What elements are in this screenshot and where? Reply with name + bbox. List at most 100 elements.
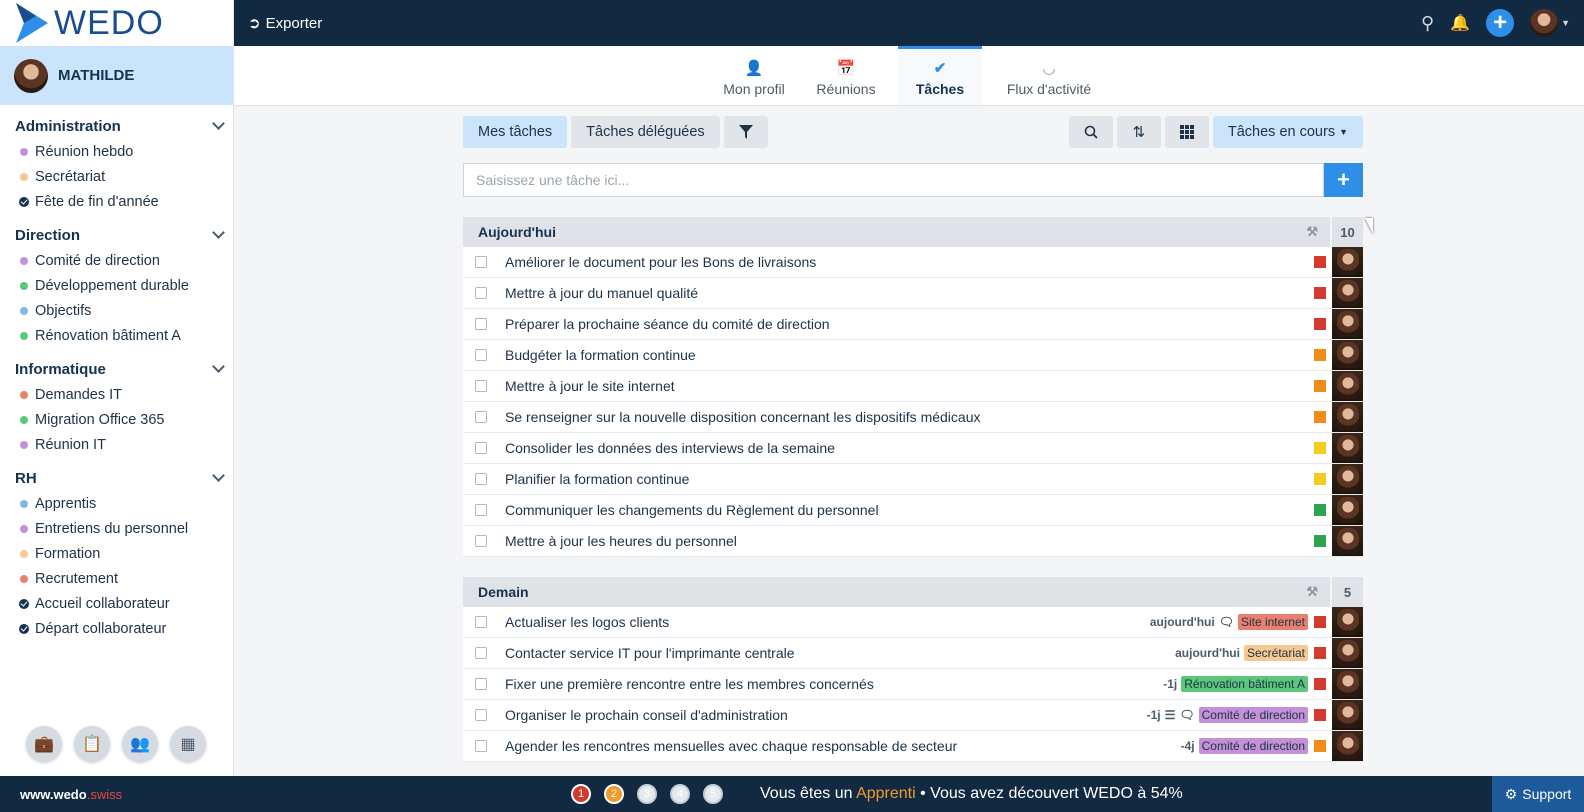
support-button[interactable]: ⚙ Support <box>1492 776 1584 812</box>
task-checkbox[interactable] <box>475 616 487 628</box>
user-menu[interactable]: ▼ <box>1530 9 1570 37</box>
task-label[interactable]: Organiser le prochain conseil d'administ… <box>505 707 788 723</box>
progress-step[interactable]: 1 <box>571 784 591 804</box>
sidebar-item[interactable]: Départ collaborateur <box>15 616 233 641</box>
current-user[interactable]: MATHILDE <box>0 46 233 105</box>
sidebar-item[interactable]: Entretiens du personnel <box>15 516 233 541</box>
task-row[interactable]: Fixer une première rencontre entre les m… <box>463 669 1363 700</box>
section-title[interactable]: Demain ⚒ <box>463 577 1330 607</box>
task-row[interactable]: Consolider les données des interviews de… <box>463 433 1363 464</box>
status-dropdown[interactable]: Tâches en cours ▼ <box>1212 116 1363 148</box>
add-icon[interactable]: + <box>1486 9 1515 37</box>
assignee-avatar[interactable] <box>1332 433 1363 463</box>
assignee-avatar[interactable] <box>1332 278 1363 308</box>
assignee-avatar[interactable] <box>1332 464 1363 494</box>
task-row[interactable]: Mettre à jour le site internet <box>463 371 1363 402</box>
priority-indicator[interactable] <box>1314 411 1326 423</box>
briefcase-icon[interactable]: 💼 <box>26 726 62 762</box>
progress-step[interactable]: 5 <box>703 784 723 804</box>
priority-indicator[interactable] <box>1314 740 1326 752</box>
sidebar-group-header[interactable]: RH <box>15 465 233 491</box>
priority-indicator[interactable] <box>1314 349 1326 361</box>
sidebar-group-header[interactable]: Informatique <box>15 356 233 382</box>
add-task-button[interactable]: + <box>1324 163 1363 197</box>
priority-indicator[interactable] <box>1314 709 1326 721</box>
sidebar-group-header[interactable]: Administration <box>15 113 233 139</box>
my-tasks-button[interactable]: Mes tâches <box>463 116 568 148</box>
assignee-avatar[interactable] <box>1332 607 1363 637</box>
priority-indicator[interactable] <box>1314 535 1326 547</box>
task-label[interactable]: Planifier la formation continue <box>505 471 689 487</box>
bell-icon[interactable]: 🔔 <box>1450 13 1470 33</box>
filter-icon[interactable] <box>723 116 768 148</box>
clipboard-icon[interactable]: 📋 <box>74 726 110 762</box>
task-checkbox[interactable] <box>475 349 487 361</box>
assignee-avatar[interactable] <box>1332 309 1363 339</box>
progress-step[interactable]: 3 <box>637 784 657 804</box>
sidebar-item[interactable]: Développement durable <box>15 273 233 298</box>
priority-indicator[interactable] <box>1314 442 1326 454</box>
sidebar-item[interactable]: Comité de direction <box>15 248 233 273</box>
assignee-avatar[interactable] <box>1332 731 1363 761</box>
task-row[interactable]: Se renseigner sur la nouvelle dispositio… <box>463 402 1363 433</box>
section-title[interactable]: Aujourd'hui ⚒ <box>463 217 1330 247</box>
chevron-down-icon[interactable] <box>212 469 225 482</box>
task-row[interactable]: Améliorer le document pour les Bons de l… <box>463 247 1363 278</box>
task-checkbox[interactable] <box>475 504 487 516</box>
workspace-tag[interactable]: Rénovation bâtiment A <box>1181 676 1308 692</box>
task-row[interactable]: Contacter service IT pour l'imprimante c… <box>463 638 1363 669</box>
sidebar-item[interactable]: Objectifs <box>15 298 233 323</box>
priority-indicator[interactable] <box>1314 256 1326 268</box>
grid-icon[interactable] <box>1164 116 1209 148</box>
task-label[interactable]: Agender les rencontres mensuelles avec c… <box>505 738 957 754</box>
priority-indicator[interactable] <box>1314 678 1326 690</box>
sidebar-item[interactable]: Réunion hebdo <box>15 139 233 164</box>
workspace-tag[interactable]: Site internet <box>1237 614 1308 630</box>
chevron-down-icon[interactable] <box>212 117 225 130</box>
sidebar-item[interactable]: Fête de fin d'année <box>15 189 233 214</box>
task-label[interactable]: Fixer une première rencontre entre les m… <box>505 676 874 692</box>
tab-r-unions[interactable]: 📅 Réunions <box>806 46 886 105</box>
task-checkbox[interactable] <box>475 535 487 547</box>
assignee-avatar[interactable] <box>1332 371 1363 401</box>
task-row[interactable]: Agender les rencontres mensuelles avec c… <box>463 731 1363 762</box>
priority-indicator[interactable] <box>1314 473 1326 485</box>
sidebar-item[interactable]: Accueil collaborateur <box>15 591 233 616</box>
task-checkbox[interactable] <box>475 678 487 690</box>
search-icon[interactable]: ⚲ <box>1421 13 1434 34</box>
task-row[interactable]: Organiser le prochain conseil d'administ… <box>463 700 1363 731</box>
priority-indicator[interactable] <box>1314 287 1326 299</box>
task-row[interactable]: Communiquer les changements du Règlement… <box>463 495 1363 526</box>
magic-wand-icon[interactable]: ⚒ <box>1306 224 1318 240</box>
assignee-avatar[interactable] <box>1332 247 1363 277</box>
sidebar-item[interactable]: Migration Office 365 <box>15 407 233 432</box>
site-link[interactable]: www.wedo.swiss <box>20 787 122 802</box>
task-checkbox[interactable] <box>475 709 487 721</box>
sidebar-item[interactable]: Demandes IT <box>15 382 233 407</box>
task-label[interactable]: Se renseigner sur la nouvelle dispositio… <box>505 409 980 425</box>
assignee-avatar[interactable] <box>1332 669 1363 699</box>
workspace-tag[interactable]: Secrétariat <box>1243 645 1308 661</box>
task-label[interactable]: Mettre à jour du manuel qualité <box>505 285 698 301</box>
progress-step[interactable]: 2 <box>604 784 624 804</box>
team-icon[interactable]: ▦ <box>170 726 206 762</box>
export-button[interactable]: ➲ Exporter <box>248 14 322 33</box>
sidebar-item[interactable]: Recrutement <box>15 566 233 591</box>
task-label[interactable]: Budgéter la formation continue <box>505 347 696 363</box>
sidebar-item[interactable]: Secrétariat <box>15 164 233 189</box>
task-checkbox[interactable] <box>475 318 487 330</box>
priority-indicator[interactable] <box>1314 380 1326 392</box>
task-checkbox[interactable] <box>475 380 487 392</box>
priority-indicator[interactable] <box>1314 647 1326 659</box>
task-row[interactable]: Préparer la prochaine séance du comité d… <box>463 309 1363 340</box>
priority-indicator[interactable] <box>1314 616 1326 628</box>
search-icon[interactable] <box>1068 116 1113 148</box>
task-checkbox[interactable] <box>475 256 487 268</box>
magic-wand-icon[interactable]: ⚒ <box>1306 584 1318 600</box>
task-label[interactable]: Mettre à jour les heures du personnel <box>505 533 737 549</box>
task-checkbox[interactable] <box>475 473 487 485</box>
task-row[interactable]: Budgéter la formation continue <box>463 340 1363 371</box>
assignee-avatar[interactable] <box>1332 638 1363 668</box>
task-checkbox[interactable] <box>475 647 487 659</box>
task-row[interactable]: Planifier la formation continue <box>463 464 1363 495</box>
